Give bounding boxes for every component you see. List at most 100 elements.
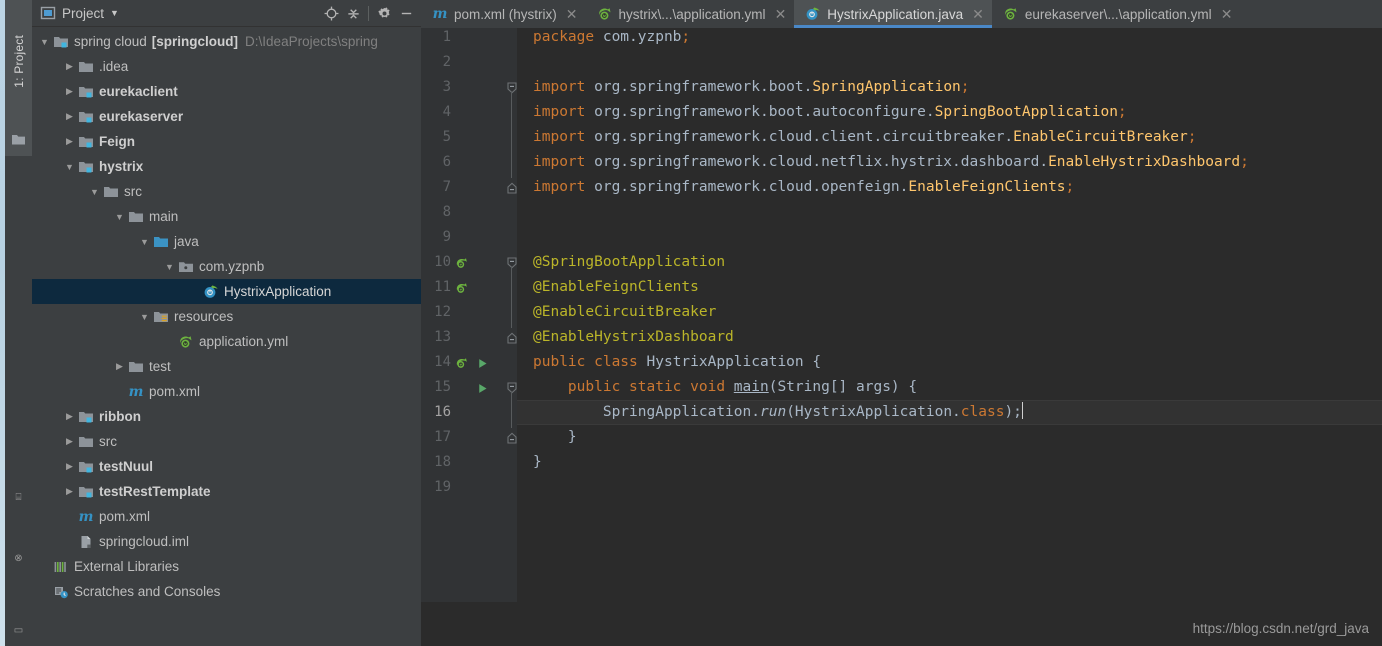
editor-tab-label: hystrix\...\application.yml	[618, 6, 766, 22]
tree-node-label: java	[174, 234, 199, 249]
chevron-down-icon[interactable]: ▼	[138, 235, 151, 248]
tree-node-feign[interactable]: ▶ Feign	[32, 129, 421, 154]
code-line[interactable]: public static void main(String[] args) {	[533, 375, 917, 400]
tree-node-idea[interactable]: ▶ .idea	[32, 54, 421, 79]
code-line[interactable]: SpringApplication.run(HystrixApplication…	[533, 400, 1023, 425]
tree-node-src[interactable]: ▼ src	[32, 179, 421, 204]
tree-node-testresttemplate[interactable]: ▶ testRestTemplate	[32, 479, 421, 504]
chevron-down-icon[interactable]: ▼	[163, 260, 176, 273]
gear-icon[interactable]	[373, 2, 395, 24]
close-icon[interactable]: ✕	[972, 7, 984, 21]
editor-tab-hystrix-application-yml[interactable]: hystrix\...\application.yml ✕	[585, 0, 795, 28]
collapse-all-icon[interactable]	[342, 2, 364, 24]
tree-node-eurekaclient[interactable]: ▶ eurekaclient	[32, 79, 421, 104]
fold-marker-fold-open[interactable]	[507, 375, 517, 400]
code-line[interactable]: }	[533, 450, 542, 475]
tree-node-label: test	[149, 359, 171, 374]
tool-tab-terminal-icon[interactable]: ▭	[5, 620, 32, 640]
tree-node-ribbon[interactable]: ▶ ribbon	[32, 404, 421, 429]
chevron-down-icon[interactable]: ▼	[38, 35, 51, 48]
code-line[interactable]: import org.springframework.cloud.netflix…	[533, 150, 1249, 175]
fold-marker-fold-end[interactable]	[507, 175, 517, 200]
code-line[interactable]: import org.springframework.cloud.openfei…	[533, 175, 1074, 200]
spring-bean-icon[interactable]	[453, 279, 471, 297]
tool-tab-favorites-icon[interactable]: ⌸	[5, 487, 32, 507]
code-line[interactable]: @SpringBootApplication	[533, 250, 725, 275]
fold-marker-fold-end[interactable]	[507, 325, 517, 350]
module-folder-icon	[78, 134, 94, 150]
code-line[interactable]: package com.yzpnb;	[533, 28, 690, 50]
chevron-down-icon[interactable]: ▼	[110, 8, 119, 18]
code-editor[interactable]: package com.yzpnb; import org.springframe…	[421, 28, 1382, 646]
code-line[interactable]: public class HystrixApplication {	[533, 350, 821, 375]
editor-tab-hystrixapplication-java[interactable]: HystrixApplication.java ✕	[794, 0, 992, 28]
chevron-right-icon[interactable]: ▶	[63, 435, 76, 448]
tool-tab-extra-icon[interactable]: ⊗	[5, 548, 32, 568]
module-folder-icon	[53, 34, 69, 50]
spring-bean-icon[interactable]	[453, 354, 471, 372]
chevron-down-icon[interactable]: ▼	[63, 160, 76, 173]
tree-node-testnuul[interactable]: ▶ testNuul	[32, 454, 421, 479]
tree-node-resources[interactable]: ▼ resources	[32, 304, 421, 329]
code-line[interactable]: import org.springframework.boot.autoconf…	[533, 100, 1127, 125]
module-folder-icon	[78, 159, 94, 175]
tree-node-scratches-and-consoles[interactable]: Scratches and Consoles	[32, 579, 421, 604]
tool-tab-project[interactable]: 1: Project	[5, 0, 32, 122]
line-number: 1	[442, 29, 451, 45]
code-line[interactable]: @EnableHystrixDashboard	[533, 325, 734, 350]
chevron-right-icon[interactable]: ▶	[63, 485, 76, 498]
tree-node-application-yml[interactable]: application.yml	[32, 329, 421, 354]
java-class-spring-icon	[203, 284, 219, 300]
chevron-right-icon[interactable]: ▶	[63, 60, 76, 73]
code-line[interactable]: import org.springframework.boot.SpringAp…	[533, 75, 970, 100]
close-icon[interactable]: ✕	[1221, 7, 1233, 21]
line-number: 8	[442, 204, 451, 220]
run-arrow-icon[interactable]	[473, 379, 491, 397]
project-tree[interactable]: ▼ spring cloud [springcloud] D:\IdeaProject…	[32, 27, 421, 646]
tool-tab-structure-icon[interactable]	[5, 122, 32, 156]
tree-node-external-libraries[interactable]: External Libraries	[32, 554, 421, 579]
tree-node-test[interactable]: ▶ test	[32, 354, 421, 379]
tree-node-label: eurekaserver	[99, 109, 184, 124]
tree-node-src[interactable]: ▶ src	[32, 429, 421, 454]
chevron-down-icon[interactable]: ▼	[88, 185, 101, 198]
chevron-right-icon[interactable]: ▶	[113, 360, 126, 373]
chevron-right-icon[interactable]: ▶	[63, 135, 76, 148]
fold-marker-fold-end[interactable]	[507, 425, 517, 450]
tree-node-java[interactable]: ▼ java	[32, 229, 421, 254]
code-line[interactable]: @EnableFeignClients	[533, 275, 699, 300]
tree-node-hystrix[interactable]: ▼ hystrix	[32, 154, 421, 179]
code-text-pane[interactable]: package com.yzpnb; import org.springframe…	[517, 28, 1382, 646]
tree-node-pom-xml[interactable]: m pom.xml	[32, 504, 421, 529]
editor-tab-bar[interactable]: m pom.xml (hystrix) ✕ hystrix\...\applicati…	[421, 0, 1382, 28]
close-icon[interactable]: ✕	[566, 7, 578, 21]
fold-marker-fold-open[interactable]	[507, 250, 517, 275]
fold-marker-fold-open[interactable]	[507, 75, 517, 100]
chevron-right-icon[interactable]: ▶	[63, 85, 76, 98]
chevron-down-icon[interactable]: ▼	[138, 310, 151, 323]
tree-node-label: hystrix	[99, 159, 144, 174]
spring-bean-icon[interactable]	[453, 254, 471, 272]
tree-node-spring-cloud[interactable]: ▼ spring cloud [springcloud] D:\IdeaProject…	[32, 29, 421, 54]
code-line[interactable]: import org.springframework.cloud.client.…	[533, 125, 1197, 150]
tree-node-com-yzpnb[interactable]: ▼ com.yzpnb	[32, 254, 421, 279]
package-icon	[178, 259, 194, 275]
tree-node-eurekaserver[interactable]: ▶ eurekaserver	[32, 104, 421, 129]
code-line[interactable]: @EnableCircuitBreaker	[533, 300, 716, 325]
run-arrow-icon[interactable]	[473, 354, 491, 372]
editor-tab-pom-xml-hystrix[interactable]: m pom.xml (hystrix) ✕	[421, 0, 586, 28]
minimize-icon[interactable]	[395, 2, 417, 24]
close-icon[interactable]: ✕	[775, 7, 787, 21]
tree-node-pom-xml[interactable]: m pom.xml	[32, 379, 421, 404]
editor-tab-eurekaserver-application-yml[interactable]: eurekaserver\...\application.yml ✕	[991, 0, 1241, 28]
chevron-right-icon[interactable]: ▶	[63, 110, 76, 123]
tree-node-hystrixapplication[interactable]: HystrixApplication	[32, 279, 421, 304]
spring-yml-icon	[597, 6, 613, 22]
code-line[interactable]: }	[533, 425, 577, 450]
chevron-right-icon[interactable]: ▶	[63, 460, 76, 473]
locate-target-icon[interactable]	[320, 2, 342, 24]
tree-node-main[interactable]: ▼ main	[32, 204, 421, 229]
chevron-down-icon[interactable]: ▼	[113, 210, 126, 223]
tree-node-springcloud-iml[interactable]: springcloud.iml	[32, 529, 421, 554]
chevron-right-icon[interactable]: ▶	[63, 410, 76, 423]
